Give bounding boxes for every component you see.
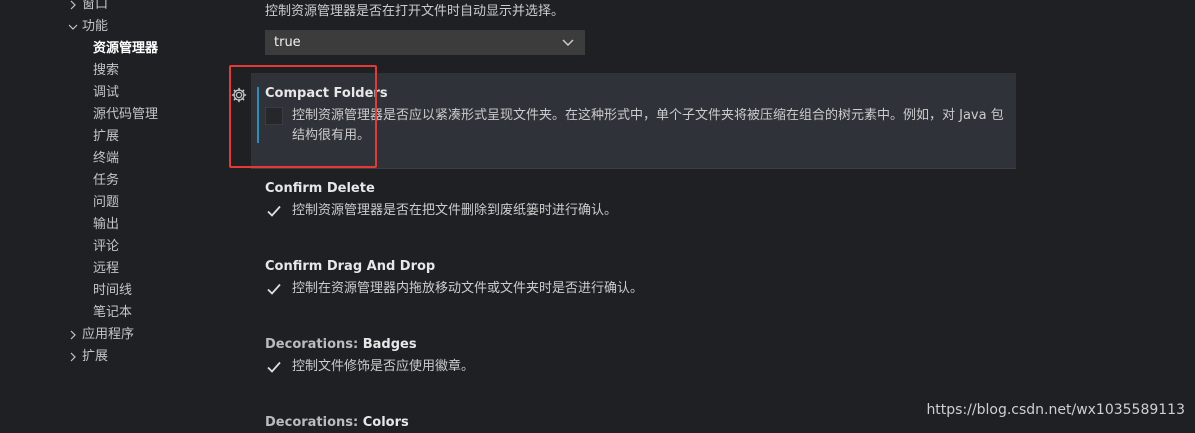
auto-reveal-select-value: true <box>274 35 301 50</box>
tree-item-output[interactable]: 输出 <box>93 214 119 236</box>
check-icon[interactable] <box>265 358 283 376</box>
setting-title: Decorations: Colors <box>265 413 409 433</box>
tree-item-features[interactable]: 功能 <box>66 16 108 38</box>
auto-reveal-select[interactable]: true <box>265 30 585 55</box>
setting-description-line1: 控制资源管理器是否应以紧凑形式呈现文件夹。在这种形式中，单个子文件夹将被压缩在组… <box>292 108 1004 123</box>
tree-item-label: 功能 <box>82 19 109 34</box>
chevron-right-icon <box>66 0 82 16</box>
setting-compact-folders: Compact Folders 控制资源管理器是否应以紧凑形式呈现文件夹。在这种… <box>265 84 1015 146</box>
setting-title: Decorations: Badges <box>265 335 474 355</box>
tree-item-tasks[interactable]: 任务 <box>93 170 119 192</box>
setting-check-row: 控制在资源管理器内拖放移动文件或文件夹时是否进行确认。 <box>265 279 643 299</box>
setting-decorations-colors: Decorations: Colors <box>265 413 409 433</box>
check-icon[interactable] <box>265 280 283 298</box>
setting-check-row: 控制资源管理器是否在把文件删除到废纸篓时进行确认。 <box>265 201 617 221</box>
setting-confirm-drag-drop: Confirm Drag And Drop 控制在资源管理器内拖放移动文件或文件… <box>265 257 643 299</box>
setting-name: Badges <box>362 337 417 352</box>
setting-description: 控制资源管理器是否在把文件删除到废纸篓时进行确认。 <box>292 203 618 218</box>
settings-tree: 窗口 功能 资源管理器 搜索 调试 源代码管理 扩展 终端 任务 问题 输出 评… <box>0 0 230 432</box>
tree-item-debug[interactable]: 调试 <box>93 82 119 104</box>
tree-item-extensions[interactable]: 扩展 <box>66 346 108 368</box>
setting-description: 控制在资源管理器内拖放移动文件或文件夹时是否进行确认。 <box>292 281 644 296</box>
setting-category: Decorations: <box>265 337 363 352</box>
chevron-right-icon <box>66 346 82 368</box>
tree-item-scm[interactable]: 源代码管理 <box>93 104 158 126</box>
setting-check-row: 控制文件修饰是否应使用徽章。 <box>265 357 474 377</box>
tree-item-problems[interactable]: 问题 <box>93 192 119 214</box>
setting-category: Decorations: <box>265 415 363 430</box>
check-icon[interactable] <box>265 202 283 220</box>
setting-title: Confirm Drag And Drop <box>265 259 436 274</box>
tree-item-search[interactable]: 搜索 <box>93 60 119 82</box>
setting-decorations-badges: Decorations: Badges 控制文件修饰是否应使用徽章。 <box>265 335 474 377</box>
setting-check-row: 控制资源管理器是否应以紧凑形式呈现文件夹。在这种形式中，单个子文件夹将被压缩在组… <box>265 106 1015 146</box>
tree-item-application[interactable]: 应用程序 <box>66 324 134 346</box>
tree-item-label: 应用程序 <box>82 327 135 342</box>
setting-description: 控制文件修饰是否应使用徽章。 <box>292 359 475 374</box>
tree-item-notebook[interactable]: 笔记本 <box>93 302 132 324</box>
tree-item-window[interactable]: 窗口 <box>66 0 108 16</box>
setting-title: Compact Folders <box>265 86 388 101</box>
tree-item-remote[interactable]: 远程 <box>93 258 119 280</box>
highlight-annotation-box <box>229 65 377 168</box>
auto-reveal-description: 控制资源管理器是否在打开文件时自动显示并选择。 <box>265 4 565 19</box>
setting-title: Confirm Delete <box>265 181 375 196</box>
tree-item-extensions-feature[interactable]: 扩展 <box>93 126 119 148</box>
tree-item-comments[interactable]: 评论 <box>93 236 119 258</box>
chevron-right-icon <box>66 324 82 346</box>
chevron-down-icon <box>66 16 82 38</box>
tree-item-label: 扩展 <box>82 349 109 364</box>
setting-description-line2: 结构很有用。 <box>292 128 371 143</box>
tree-item-label: 窗口 <box>82 0 109 12</box>
chevron-down-icon <box>562 39 574 46</box>
tree-item-terminal[interactable]: 终端 <box>93 148 119 170</box>
tree-item-explorer[interactable]: 资源管理器 <box>93 38 158 60</box>
setting-name: Colors <box>362 415 409 430</box>
setting-confirm-delete: Confirm Delete 控制资源管理器是否在把文件删除到废纸篓时进行确认。 <box>265 179 617 221</box>
watermark-text: https://blog.csdn.net/wx1035589113 <box>926 402 1185 418</box>
tree-item-timeline[interactable]: 时间线 <box>93 280 132 302</box>
